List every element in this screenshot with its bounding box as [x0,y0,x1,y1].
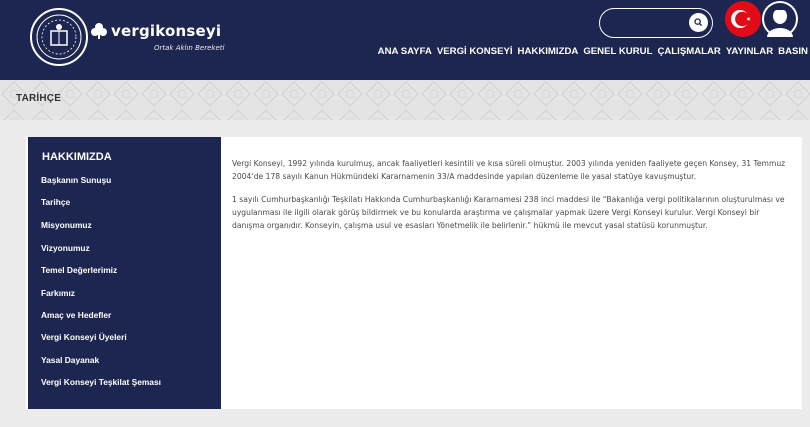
sidebar-item-baskanin-sunusu[interactable]: Başkanın Sunuşu [41,175,111,185]
sidebar: HAKKIMIZDA Başkanın Sunuşu Tarihçe Misyo… [28,137,221,409]
sidebar-item-yasal-dayanak[interactable]: Yasal Dayanak [41,355,99,365]
sidebar-item-amac-ve-hedefler[interactable]: Amaç ve Hedefler [41,310,111,320]
nav-item-genel-kurul[interactable]: GENEL KURUL [583,46,652,57]
brand-tagline: Ortak Aklın Bereketi [154,44,225,52]
sidebar-item-temel-degerlerimiz[interactable]: Temel Değerlerimiz [41,265,117,275]
sidebar-item-tarihce[interactable]: Tarihçe [41,197,70,207]
sidebar-item-teskilat-semasi[interactable]: Vergi Konseyi Teşkilat Şeması [41,377,161,387]
search-icon[interactable] [689,13,708,32]
brand[interactable]: vergikonseyi Ortak Aklın Bereketi [90,22,224,52]
nav-item-ana-sayfa[interactable]: ANA SAYFA [378,46,432,57]
decorative-pattern-banner [0,80,810,120]
nav-item-hakkimizda[interactable]: HAKKIMIZDA [518,46,579,57]
sidebar-item-farkimiz[interactable]: Farkımız [41,288,75,298]
turkish-flag-icon[interactable] [725,1,761,37]
nav-item-vergi-konseyi[interactable]: VERGİ KONSEYİ [437,46,513,57]
site-header: vergikonseyi Ortak Aklın Bereketi ANA SA… [0,0,810,80]
main-content: Vergi Konseyi, 1992 yılında kurulmuş, an… [232,157,792,242]
sidebar-item-vizyonumuz[interactable]: Vizyonumuz [41,243,90,253]
nav-item-basin[interactable]: BASIN [778,46,808,57]
search-input[interactable] [610,15,694,33]
ataturk-portrait-icon[interactable] [762,1,798,37]
main-nav: ANA SAYFA VERGİ KONSEYİ HAKKIMIZDA GENEL… [378,46,808,57]
tax-council-seal-icon[interactable] [29,7,89,67]
nav-item-calismalar[interactable]: ÇALIŞMALAR [657,46,720,57]
clover-icon [91,23,107,39]
sidebar-item-misyonumuz[interactable]: Misyonumuz [41,220,92,230]
nav-item-yayinlar[interactable]: YAYINLAR [726,46,773,57]
page-title: TARİHÇE [16,93,62,104]
content-paragraph: Vergi Konseyi, 1992 yılında kurulmuş, an… [232,159,786,181]
content-paragraph: 1 sayılı Cumhurbaşkanlığı Teşkilatı Hakk… [232,195,785,230]
sidebar-item-vergi-konseyi-uyeleri[interactable]: Vergi Konseyi Üyeleri [41,332,127,342]
pattern-graphic [0,80,810,120]
sidebar-title: HAKKIMIZDA [42,151,112,163]
brand-name: vergikonseyi [111,22,222,40]
